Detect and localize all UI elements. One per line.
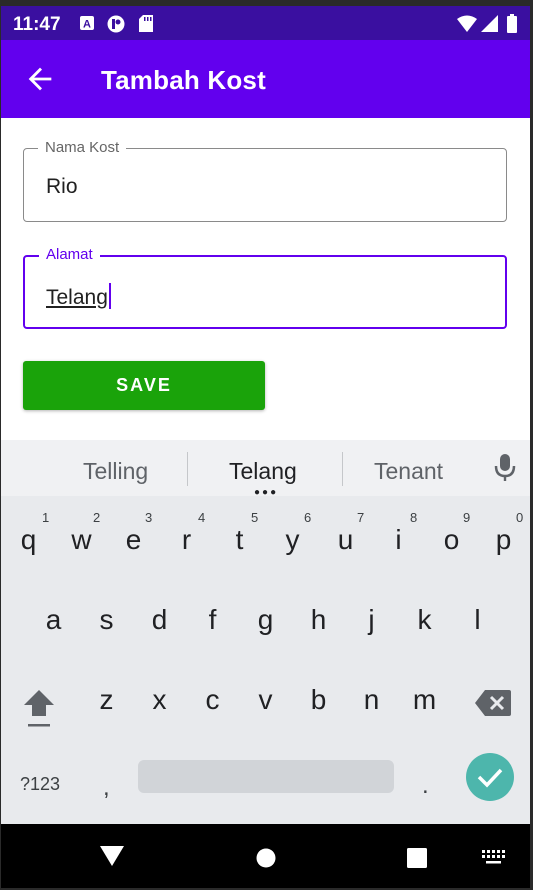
key-i[interactable]: 8i: [372, 506, 425, 576]
page-title: Tambah Kost: [101, 65, 266, 95]
comma-key[interactable]: ,: [103, 774, 110, 802]
sd-card-icon: [139, 15, 153, 37]
key-d[interactable]: d: [133, 586, 186, 656]
enter-key[interactable]: [466, 753, 514, 801]
text-cursor: [108, 283, 111, 309]
more-suggestions-dots[interactable]: ●●●: [254, 487, 278, 498]
key-q[interactable]: 1q: [2, 506, 55, 576]
key-k[interactable]: k: [398, 586, 451, 656]
alamat-value-wrapper: Telang: [46, 283, 111, 310]
app-bar: Tambah Kost: [1, 40, 530, 118]
spacebar[interactable]: [138, 760, 394, 793]
key-h[interactable]: h: [292, 586, 345, 656]
suggestion-divider: [342, 452, 343, 486]
alamat-field[interactable]: Alamat Telang: [23, 246, 507, 329]
alamat-value: Telang: [46, 286, 108, 309]
key-j[interactable]: j: [345, 586, 398, 656]
wifi-icon: [457, 15, 477, 37]
cell-signal-icon: [481, 15, 498, 37]
app-notification-icon: [107, 15, 125, 38]
battery-icon: [507, 14, 517, 38]
nama-kost-field[interactable]: Nama Kost Rio: [23, 139, 507, 222]
key-n[interactable]: n: [345, 666, 398, 736]
key-a[interactable]: a: [27, 586, 80, 656]
key-w[interactable]: 2w: [55, 506, 108, 576]
navigation-bar: [1, 824, 530, 888]
key-u[interactable]: 7u: [319, 506, 372, 576]
save-button[interactable]: SAVE: [23, 361, 265, 410]
alamat-label: Alamat: [39, 246, 100, 263]
suggestion-left[interactable]: Telling: [83, 458, 148, 485]
key-y[interactable]: 6y: [266, 506, 319, 576]
app-screen: 11:47 A Tambah Kost Nama Kost Rio Alamat…: [1, 6, 530, 888]
suggestion-strip: Telling Telang ●●● Tenant: [1, 440, 530, 498]
key-g[interactable]: g: [239, 586, 292, 656]
nama-kost-value: Rio: [46, 175, 78, 198]
back-arrow-icon[interactable]: [23, 62, 57, 96]
key-z[interactable]: z: [80, 666, 133, 736]
key-t[interactable]: 5t: [213, 506, 266, 576]
nama-kost-label: Nama Kost: [38, 139, 127, 156]
key-p[interactable]: 0p: [477, 506, 530, 576]
key-b[interactable]: b: [292, 666, 345, 736]
key-x[interactable]: x: [133, 666, 186, 736]
key-v[interactable]: v: [239, 666, 292, 736]
key-c[interactable]: c: [186, 666, 239, 736]
recents-nav-icon[interactable]: [407, 848, 427, 873]
key-s[interactable]: s: [80, 586, 133, 656]
a-notification-icon: A: [79, 15, 95, 36]
shift-icon[interactable]: [22, 686, 56, 733]
period-key[interactable]: .: [422, 772, 429, 800]
suggestion-right[interactable]: Tenant: [374, 458, 443, 485]
symbols-key[interactable]: ?123: [20, 774, 60, 795]
microphone-icon[interactable]: [494, 454, 516, 487]
suggestion-divider: [187, 452, 188, 486]
suggestion-center[interactable]: Telang: [229, 458, 297, 485]
key-l[interactable]: l: [451, 586, 504, 656]
back-nav-icon[interactable]: [100, 846, 124, 871]
checkmark-icon: [476, 765, 504, 794]
status-bar: 11:47 A: [1, 6, 530, 40]
status-time: 11:47: [13, 14, 61, 35]
home-nav-icon[interactable]: [256, 848, 276, 873]
key-e[interactable]: 3e: [107, 506, 160, 576]
backspace-icon[interactable]: [475, 690, 511, 721]
key-r[interactable]: 4r: [160, 506, 213, 576]
soft-keyboard: Telling Telang ●●● Tenant 1q 2w 3e 4r 5t…: [1, 440, 530, 824]
keyboard-switch-icon[interactable]: [482, 850, 506, 871]
key-o[interactable]: 9o: [425, 506, 478, 576]
key-f[interactable]: f: [186, 586, 239, 656]
svg-text:A: A: [83, 19, 91, 31]
key-m[interactable]: m: [398, 666, 451, 736]
